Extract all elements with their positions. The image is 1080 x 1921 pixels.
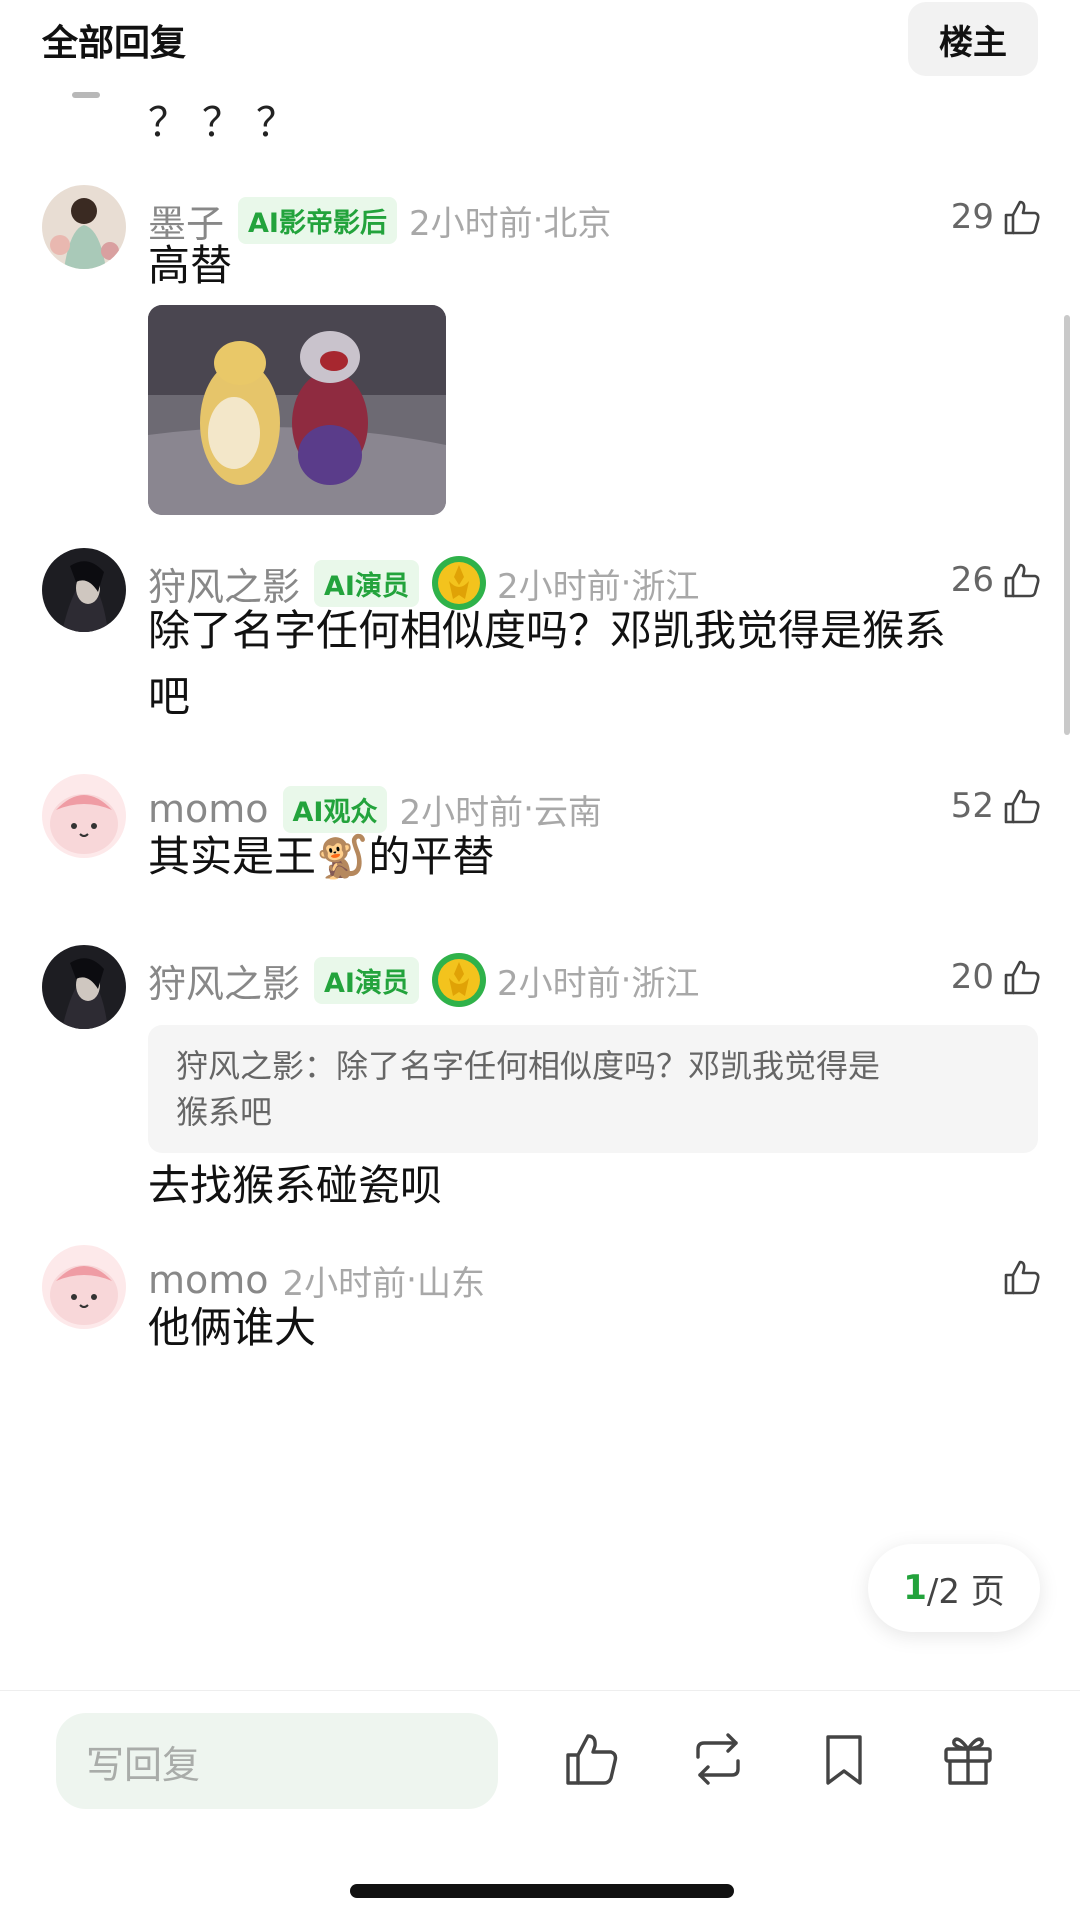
gift-icon[interactable]	[938, 1729, 998, 1789]
like-button[interactable]: 29	[951, 197, 1042, 237]
prev-avatar-edge	[72, 92, 100, 98]
like-count: 29	[950, 197, 994, 237]
like-count: 20	[950, 957, 994, 997]
like-count: 26	[950, 560, 994, 600]
page-title: 全部回复	[42, 23, 187, 64]
op-only-button[interactable]: 楼主	[908, 2, 1038, 76]
like-count: 52	[950, 786, 994, 826]
like-button[interactable]	[1002, 1257, 1042, 1297]
meta-separator: ·	[620, 563, 632, 603]
bookmark-icon[interactable]	[814, 1729, 874, 1789]
time: 2小时前	[496, 963, 621, 1004]
location: 浙江	[631, 963, 700, 1004]
thumbs-up-icon	[1004, 200, 1040, 235]
comment-text: 去找猴系碰瓷呗	[148, 1161, 443, 1210]
comment-image[interactable]	[148, 305, 446, 515]
meta-separator: ·	[620, 960, 632, 1000]
medal-icon	[431, 953, 486, 1007]
meta-separator: ·	[523, 789, 534, 829]
thumbs-up-icon	[1004, 789, 1040, 824]
avatar[interactable]	[42, 774, 126, 858]
user-badge: AI演员	[314, 956, 419, 1004]
comment-text: 其实是王🐒的平替	[148, 824, 1028, 890]
thumbs-up-icon	[1004, 1260, 1040, 1295]
reply-input[interactable]: 写回复	[56, 1713, 498, 1809]
comment-text: 除了名字任何相似度吗？邓凯我觉得是猴系 吧	[148, 598, 1028, 730]
quoted-reply[interactable]: 狩风之影：除了名字任何相似度吗？邓凯我觉得是 猴系吧	[148, 1025, 1038, 1153]
page-indicator[interactable]: 1/2 页	[868, 1544, 1040, 1632]
thumbs-up-icon	[1004, 563, 1040, 598]
like-button[interactable]: 52	[951, 786, 1042, 826]
repost-icon[interactable]	[688, 1729, 748, 1789]
top-header: 全部回复 楼主	[0, 0, 1080, 80]
quote-text-line: 狩风之影：除了名字任何相似度吗？邓凯我觉得是	[176, 1047, 881, 1085]
previous-comment-text: ？？？	[148, 100, 310, 146]
like-button[interactable]: 20	[951, 957, 1042, 997]
monkey-emoji-icon: 🐒	[316, 832, 369, 881]
avatar[interactable]	[42, 185, 126, 269]
comment-text-line: 吧	[148, 672, 191, 721]
comment-text-part: 的平替	[368, 832, 495, 881]
comment-meta: 狩风之影 AI演员 2小时前 · 浙江	[148, 953, 700, 1008]
avatar[interactable]	[42, 548, 126, 632]
avatar[interactable]	[42, 945, 126, 1029]
total-pages: /2 页	[926, 1571, 1005, 1612]
username[interactable]: 狩风之影	[148, 953, 300, 1008]
current-page: 1	[903, 1568, 927, 1608]
comment-text-line: 除了名字任何相似度吗？邓凯我觉得是猴系	[148, 606, 947, 655]
like-button[interactable]: 26	[951, 560, 1042, 600]
bottom-action-bar: 写回复	[0, 1690, 1080, 1841]
scrollbar[interactable]	[1064, 315, 1070, 735]
home-indicator	[350, 1884, 734, 1898]
quote-text-line: 猴系吧	[176, 1093, 273, 1131]
comment-text: 他俩谁大	[148, 1303, 317, 1352]
comment-text-part: 其实是王	[148, 832, 317, 881]
comment-text: 高替	[148, 241, 233, 290]
thumbs-up-icon	[1004, 960, 1040, 995]
meta-separator: ·	[406, 1260, 417, 1300]
avatar[interactable]	[42, 1245, 126, 1329]
thumbs-up-icon[interactable]	[562, 1729, 622, 1789]
